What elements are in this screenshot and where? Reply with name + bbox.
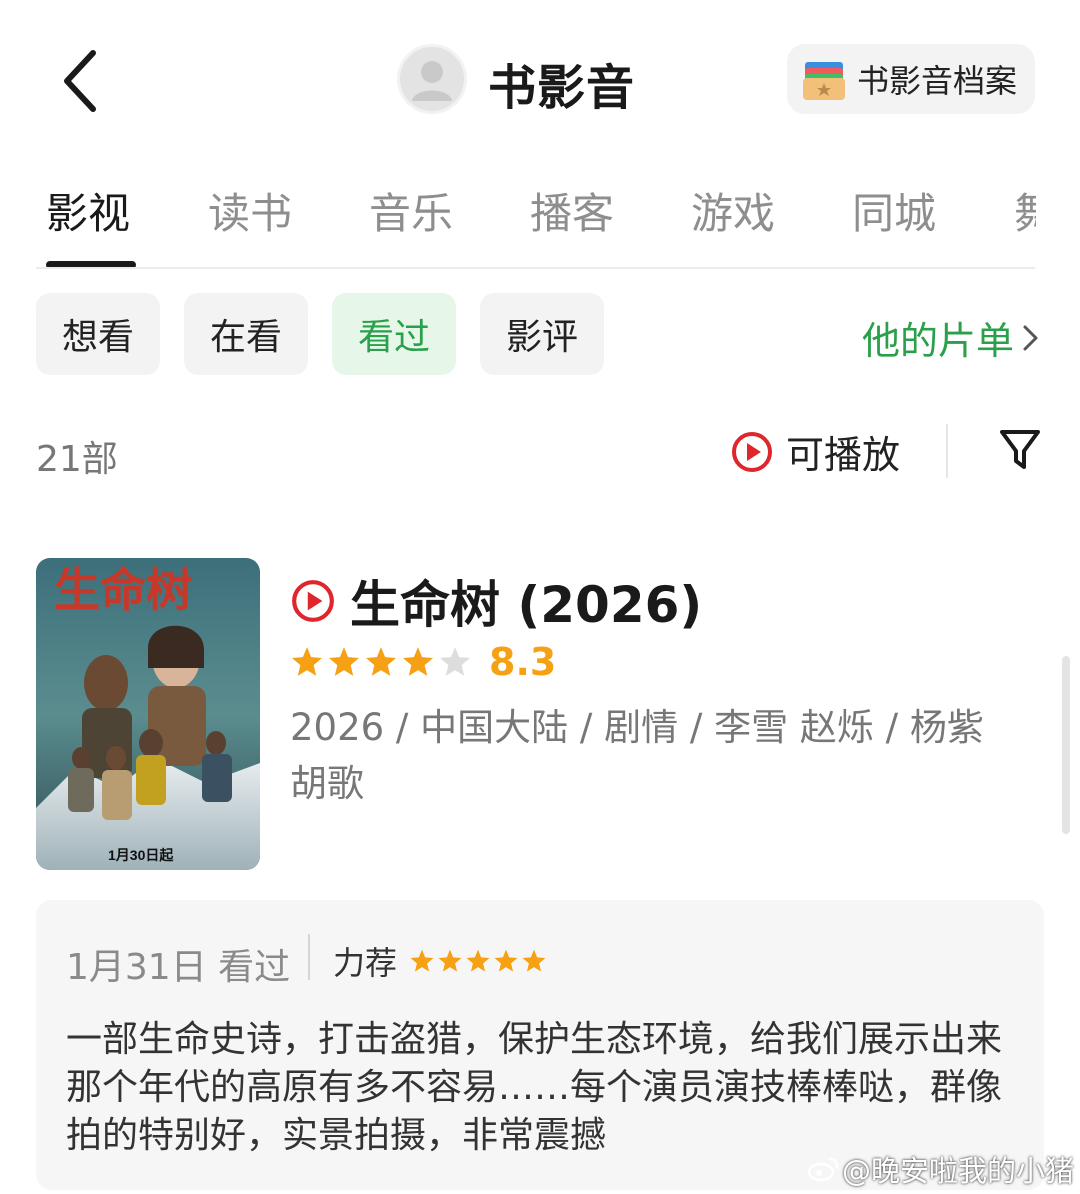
his-list-label: 他的片单 xyxy=(862,319,1015,363)
filter-button[interactable] xyxy=(998,427,1042,473)
star-icon xyxy=(410,949,434,972)
movie-meta: 2026 / 中国大陆 / 剧情 / 李雪 赵烁 / 杨紫 胡歌 xyxy=(290,706,984,805)
avatar[interactable] xyxy=(397,44,467,114)
rating-value: 8.3 xyxy=(489,640,557,684)
recommend-label: 力荐 xyxy=(333,944,398,982)
review-date: 1月31日 看过 xyxy=(66,947,291,988)
review-text: 一部生命史诗，打击盗猎，保护生态环境，给我们展示出来那个年代的高原有多不容易……… xyxy=(66,1019,1003,1156)
play-circle-icon xyxy=(732,431,772,472)
tab-more-clip: 舞 xyxy=(1014,180,1036,240)
filter-reviews[interactable]: 影评 xyxy=(480,293,604,375)
star-icon xyxy=(328,647,360,676)
category-tabs: 影视 读书 音乐 播客 游戏 同城 舞 xyxy=(0,180,1080,270)
back-button[interactable] xyxy=(55,45,115,115)
tab-local[interactable]: 同城 xyxy=(852,180,936,241)
archive-icon xyxy=(803,62,845,100)
back-icon xyxy=(64,50,96,112)
poster-title: 生命树 xyxy=(54,564,192,616)
tab-games[interactable]: 游戏 xyxy=(691,180,775,241)
tabs-divider xyxy=(36,267,1035,269)
review-recommendation: 力荐 xyxy=(333,938,549,984)
star-icon xyxy=(494,949,518,972)
toolbar-divider xyxy=(946,424,948,478)
star-icon xyxy=(466,949,490,972)
review-divider xyxy=(308,934,310,980)
archive-button[interactable]: 书影音档案 xyxy=(787,44,1035,114)
archive-label: 书影音档案 xyxy=(857,62,1018,100)
watermark: @晚安啦我的小猪 xyxy=(806,1148,1074,1190)
page-title: 书影音 xyxy=(488,60,636,116)
top-bar: 书影音 书影音档案 xyxy=(0,0,1080,160)
review-card: 1月31日 看过 力荐 一部生命史诗，打击盗猎，保护生态环境，给我们展示出来那个… xyxy=(36,900,1044,1190)
play-circle-icon xyxy=(292,580,334,622)
weibo-icon xyxy=(807,1157,839,1182)
star-icon xyxy=(402,647,434,676)
movie-title-row[interactable]: 生命树 (2026) xyxy=(290,565,702,637)
review-stars xyxy=(409,948,549,974)
tab-books[interactable]: 读书 xyxy=(208,180,292,241)
playable-label: 可播放 xyxy=(786,433,901,477)
tab-music[interactable]: 音乐 xyxy=(369,180,453,241)
movie-title: 生命树 (2026) xyxy=(350,576,703,634)
movie-rating: 8.3 xyxy=(290,640,556,684)
filter-watching[interactable]: 在看 xyxy=(184,293,308,375)
playable-toggle[interactable]: 可播放 xyxy=(730,424,900,479)
filter-icon xyxy=(1000,430,1040,469)
star-icon xyxy=(522,949,546,972)
his-list-link[interactable]: 他的片单 xyxy=(862,310,1042,365)
chevron-right-icon xyxy=(1023,325,1038,350)
poster-release-date: 1月30日起 xyxy=(108,847,174,863)
poster-art: 生命树 1月30日起 xyxy=(36,558,260,870)
star-empty-icon xyxy=(439,647,471,676)
star-icon xyxy=(438,949,462,972)
item-count: 21部 xyxy=(36,439,118,480)
tab-podcasts[interactable]: 播客 xyxy=(530,180,614,241)
star-icon xyxy=(291,647,323,676)
watermark-text: @晚安啦我的小猪 xyxy=(842,1154,1075,1188)
filter-want-to-watch[interactable]: 想看 xyxy=(36,293,160,375)
scrollbar[interactable] xyxy=(1062,656,1070,834)
tab-movies[interactable]: 影视 xyxy=(46,180,130,241)
rating-stars xyxy=(290,645,475,679)
movie-poster[interactable]: 生命树 1月30日起 xyxy=(36,558,260,870)
star-icon xyxy=(365,647,397,676)
tab-dance[interactable]: 舞 xyxy=(1014,180,1036,240)
avatar-icon xyxy=(412,61,452,101)
filter-watched[interactable]: 看过 xyxy=(332,293,456,375)
